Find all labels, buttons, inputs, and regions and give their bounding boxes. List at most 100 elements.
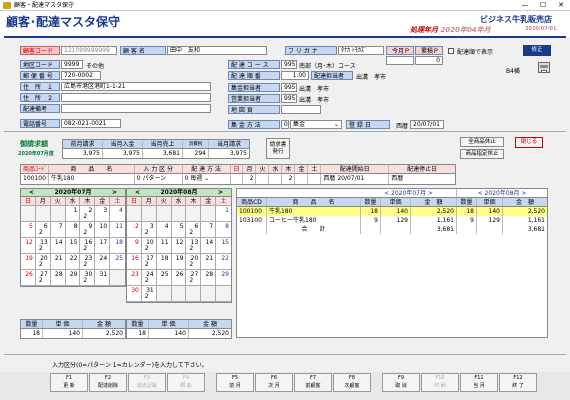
calendar-day[interactable]: 19 [171,254,187,270]
summary-row[interactable]: 100100 牛乳180 18 140 2,520 18 140 2,520 [237,207,547,216]
calendar-day[interactable]: 22 [216,254,231,270]
invoice-button[interactable]: 請求書 発行 [266,138,290,159]
prev-month-arrow[interactable]: < [135,189,140,197]
stop-date-field[interactable]: 西暦 [389,174,455,184]
calendar-day[interactable]: 7 [201,222,217,238]
prev-month-arrow[interactable]: < [29,189,34,197]
next-month-arrow[interactable]: > [112,189,117,197]
fkey-f6-button[interactable]: F6 次 月 [255,373,293,392]
calendar-day[interactable]: 16 2 [80,238,96,254]
calendar-day[interactable]: 11 [156,238,172,254]
calendar-day[interactable]: 19 [21,254,36,270]
calendar-day[interactable]: 5 [21,222,36,238]
calendar-day[interactable]: 17 [95,238,111,254]
calendar-day[interactable]: 8 [65,222,81,238]
address1-field[interactable]: 広島市港区港町1-1-21 [61,82,211,91]
calendar-day[interactable]: 3 [95,206,111,222]
qty-tue[interactable] [256,174,270,184]
qty-sat[interactable] [308,174,322,184]
calendar-day[interactable]: 26 [171,270,187,286]
fkey-f8-button[interactable]: F8 次顧客 [333,373,371,392]
month-points-field[interactable] [386,56,414,65]
calendar-day[interactable]: 32 [141,222,157,238]
calendar-day[interactable]: 28 [50,270,66,286]
collection-method-select[interactable]: 集金 ⌄ [290,120,342,129]
calendar-day[interactable]: 1 [216,206,231,222]
calendar-day[interactable]: 29 [216,270,231,286]
next-month-arrow[interactable]: > [218,189,223,197]
calendar-day[interactable]: 62 [35,222,51,238]
calendar-day[interactable]: 16 [127,254,142,270]
calendar-day[interactable]: 13 2 [35,238,51,254]
calendar-day[interactable]: 12 [171,238,187,254]
calendar-day[interactable]: 22 [65,254,81,270]
summary-row[interactable]: 103100 コーヒー牛乳180 9 129 1,161 9 129 1,161 [237,216,547,225]
calendar-day[interactable]: 18 [156,254,172,270]
fkey-f1-button[interactable]: F1 更 新 [50,373,88,392]
calendar-day[interactable]: 30 2 [80,270,96,286]
course-code-field[interactable]: 995 [281,60,297,69]
zip-field[interactable]: 720-0002 [61,71,101,80]
calendar-day[interactable]: 12 [21,238,36,254]
collector-code-field[interactable]: 995 [281,83,297,92]
kana-field[interactable]: ﾀﾅｶ ﾄﾓｶｽﾞ [338,46,384,55]
registration-date-field[interactable]: 20/07/01 [410,120,444,129]
delivery-method-select[interactable]: 0 毎週 ⌄ [183,174,231,184]
order-display-checkbox[interactable] [448,48,454,54]
calendar-day[interactable]: 92 [80,222,96,238]
calendar-day[interactable]: 15 [65,238,81,254]
fkey-f11-button[interactable]: F11 当 月 [460,373,498,392]
calendar-day[interactable]: 30 [127,286,142,302]
calendar-day[interactable]: 1 [65,206,81,222]
summary-month1[interactable]: < 2020年07月 > [361,189,457,197]
fkey-f5-button[interactable]: F5 前 月 [216,373,254,392]
calendar-day[interactable]: 2 [127,222,142,238]
calendar-day[interactable]: 11 [110,222,125,238]
qty-mon[interactable]: 2 [243,174,257,184]
address2-field[interactable] [61,93,211,102]
maximize-button[interactable]: ☐ [534,0,552,11]
calendar-day[interactable]: 23 2 [80,254,96,270]
calendar-day[interactable]: 9 [127,238,142,254]
calendar-day[interactable]: 10 2 [141,238,157,254]
calendar-day[interactable]: 10 [95,222,111,238]
district-code-field[interactable]: 9999 [61,60,83,69]
qty-sun[interactable] [231,174,244,184]
fkey-f12-button[interactable]: F12 終 了 [499,373,537,392]
calendar-day[interactable]: 27 2 [186,270,202,286]
calendar-day[interactable]: 26 [21,270,36,286]
calendar-day[interactable]: 14 [50,238,66,254]
calendar-day[interactable]: 21 [50,254,66,270]
collection-method-code[interactable]: 0 [281,120,289,129]
summary-month2[interactable]: < 2020年08月 > [457,189,547,197]
map-field[interactable] [281,105,321,114]
calendar-day[interactable]: 23 [127,270,142,286]
calendar-day[interactable]: 7 [50,222,66,238]
calendar-day[interactable]: 13 2 [186,238,202,254]
calendar-day[interactable]: 5 [171,222,187,238]
qty-thu[interactable]: 2 [282,174,296,184]
customer-code-field[interactable]: 121099999999 [61,46,117,55]
calendar-day[interactable]: 28 [201,270,217,286]
calendar-day[interactable]: 20 2 [35,254,51,270]
calendar-day[interactable]: 8 [216,222,231,238]
calendar-day[interactable]: 25 [156,270,172,286]
calendar-day[interactable]: 24 2 [141,270,157,286]
calendar-day[interactable]: 15 [216,238,231,254]
sales-code-field[interactable]: 995 [281,94,297,103]
phone-field[interactable]: 082-021-0021 [61,119,121,128]
calendar-day[interactable]: 4 [110,206,125,222]
minimize-button[interactable]: — [516,0,534,11]
qty-wed[interactable] [269,174,283,184]
product-code-field[interactable]: 100100 [21,174,49,184]
qty-fri[interactable] [295,174,309,184]
calendar-day[interactable]: 62 [186,222,202,238]
close-window-button[interactable]: ✕ [552,0,570,11]
start-date-field[interactable]: 西暦 20/07/01 [321,174,390,184]
calendar-day[interactable]: 20 2 [186,254,202,270]
calendar-day[interactable]: 29 [65,270,81,286]
printer-icon[interactable] [538,62,550,73]
calendar-day[interactable]: 17 2 [141,254,157,270]
calendar-day[interactable]: 14 [201,238,217,254]
calendar-day[interactable]: 24 [95,254,111,270]
